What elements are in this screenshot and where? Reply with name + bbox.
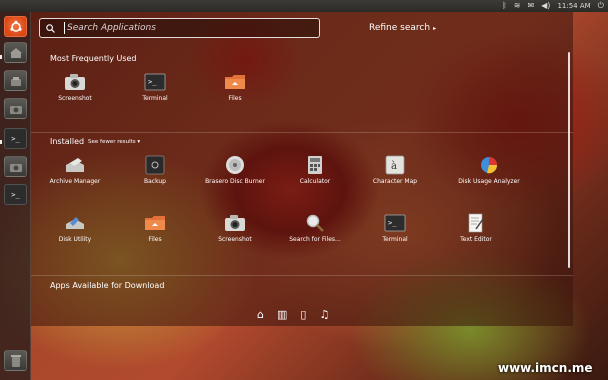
folder-icon	[144, 213, 166, 233]
ubuntu-logo-icon[interactable]	[4, 16, 27, 37]
terminal-icon[interactable]: >_	[4, 128, 27, 149]
section-title-installed[interactable]: Installed	[50, 137, 84, 146]
app-label: Calculator	[299, 178, 331, 185]
running-indicator	[0, 55, 2, 59]
search-box[interactable]	[39, 18, 320, 38]
app-archive-manager[interactable]: Archive Manager	[32, 155, 118, 185]
camera-icon	[224, 213, 246, 233]
app-label: Files	[148, 236, 162, 243]
app-disk-usage-analyzer[interactable]: Disk Usage Analyzer	[446, 155, 532, 185]
home-icon[interactable]: ⌂	[257, 309, 264, 321]
text-editor-icon	[465, 213, 487, 233]
svg-text:>_: >_	[148, 78, 157, 86]
search-input[interactable]	[64, 22, 294, 34]
terminal-icon[interactable]: >_	[4, 184, 27, 205]
pie-chart-icon	[478, 155, 500, 175]
terminal-icon: >_	[144, 72, 166, 92]
scrollbar[interactable]	[568, 52, 570, 268]
search-icon	[46, 23, 55, 33]
see-fewer-results-link[interactable]: See fewer results ▾	[88, 139, 140, 145]
camera-icon[interactable]	[4, 98, 27, 119]
sound-icon[interactable]: ◀)	[541, 0, 550, 12]
app-backup[interactable]: Backup	[112, 155, 198, 185]
chevron-up-icon: ▾	[137, 139, 141, 145]
archive-icon	[64, 155, 86, 175]
app-screenshot[interactable]: Screenshot	[192, 213, 278, 243]
section-divider	[31, 275, 573, 276]
app-label: Search for Files...	[289, 236, 341, 243]
app-terminal[interactable]: >_ Terminal	[352, 213, 438, 243]
launcher: >_ >_	[0, 12, 31, 380]
app-label: Character Map	[372, 178, 418, 185]
app-files[interactable]: Files	[192, 72, 278, 102]
safe-icon	[144, 155, 166, 175]
screenshot-icon[interactable]	[4, 156, 27, 177]
app-label: Screenshot	[218, 236, 252, 243]
app-label: Terminal	[142, 95, 168, 102]
app-label: Brasero Disc Burner	[205, 178, 265, 185]
disk-utility-icon	[64, 213, 86, 233]
disc-icon	[224, 155, 246, 175]
app-label: Terminal	[382, 236, 408, 243]
app-label: Disk Usage Analyzer	[458, 178, 520, 185]
app-label: Screenshot	[58, 95, 92, 102]
app-files[interactable]: Files	[112, 213, 198, 243]
camera-icon	[64, 72, 86, 92]
app-character-map[interactable]: à Character Map	[352, 155, 438, 185]
applications-icon[interactable]: ▥	[277, 309, 287, 321]
app-calculator[interactable]: Calculator	[272, 155, 358, 185]
calculator-icon	[304, 155, 326, 175]
magnifier-icon	[304, 213, 326, 233]
character-map-icon: à	[384, 155, 406, 175]
top-panel: ᛒ ≋ ✉ ◀) 11:54 AM ⏻	[0, 0, 608, 12]
terminal-icon: >_	[384, 213, 406, 233]
app-text-editor[interactable]: Text Editor	[433, 213, 519, 243]
bluetooth-icon[interactable]: ᛒ	[502, 0, 507, 12]
refine-search-button[interactable]: Refine search ▸	[369, 23, 436, 33]
section-title-download[interactable]: Apps Available for Download	[50, 281, 164, 290]
app-disk-utility[interactable]: Disk Utility	[32, 213, 118, 243]
app-label: Text Editor	[460, 236, 492, 243]
mail-icon[interactable]: ✉	[527, 0, 534, 12]
app-terminal[interactable]: >_ Terminal	[112, 72, 198, 102]
app-search-for-files[interactable]: Search for Files...	[272, 213, 358, 243]
refine-search-label: Refine search	[369, 23, 431, 33]
lens-bar: ⌂ ▥ ▯ ♫	[257, 309, 329, 321]
trash-icon[interactable]	[4, 350, 27, 371]
section-divider	[31, 132, 573, 133]
home-folder-icon[interactable]	[4, 42, 27, 63]
chevron-right-icon: ▸	[433, 25, 437, 32]
app-brasero[interactable]: Brasero Disc Burner	[192, 155, 278, 185]
app-label: Files	[228, 95, 242, 102]
files-icon[interactable]	[4, 70, 27, 91]
clock[interactable]: 11:54 AM	[557, 0, 590, 12]
app-screenshot[interactable]: Screenshot	[32, 72, 118, 102]
dash: Refine search▸ Most Frequently Used Scre…	[31, 12, 573, 326]
files-filter-icon[interactable]: ▯	[300, 309, 306, 321]
power-icon[interactable]: ⏻	[598, 0, 604, 12]
running-indicator	[0, 140, 2, 144]
app-label: Archive Manager	[49, 178, 101, 185]
svg-text:à: à	[391, 161, 397, 172]
network-icon[interactable]: ≋	[514, 0, 521, 12]
svg-text:>_: >_	[388, 219, 397, 227]
see-fewer-results-label: See fewer results	[88, 139, 136, 145]
app-label: Disk Utility	[58, 236, 92, 243]
music-icon[interactable]: ♫	[319, 309, 329, 321]
app-label: Backup	[144, 178, 166, 185]
watermark: www.imcn.me	[498, 361, 593, 375]
section-title-frequent[interactable]: Most Frequently Used	[50, 54, 137, 63]
folder-icon	[224, 72, 246, 92]
